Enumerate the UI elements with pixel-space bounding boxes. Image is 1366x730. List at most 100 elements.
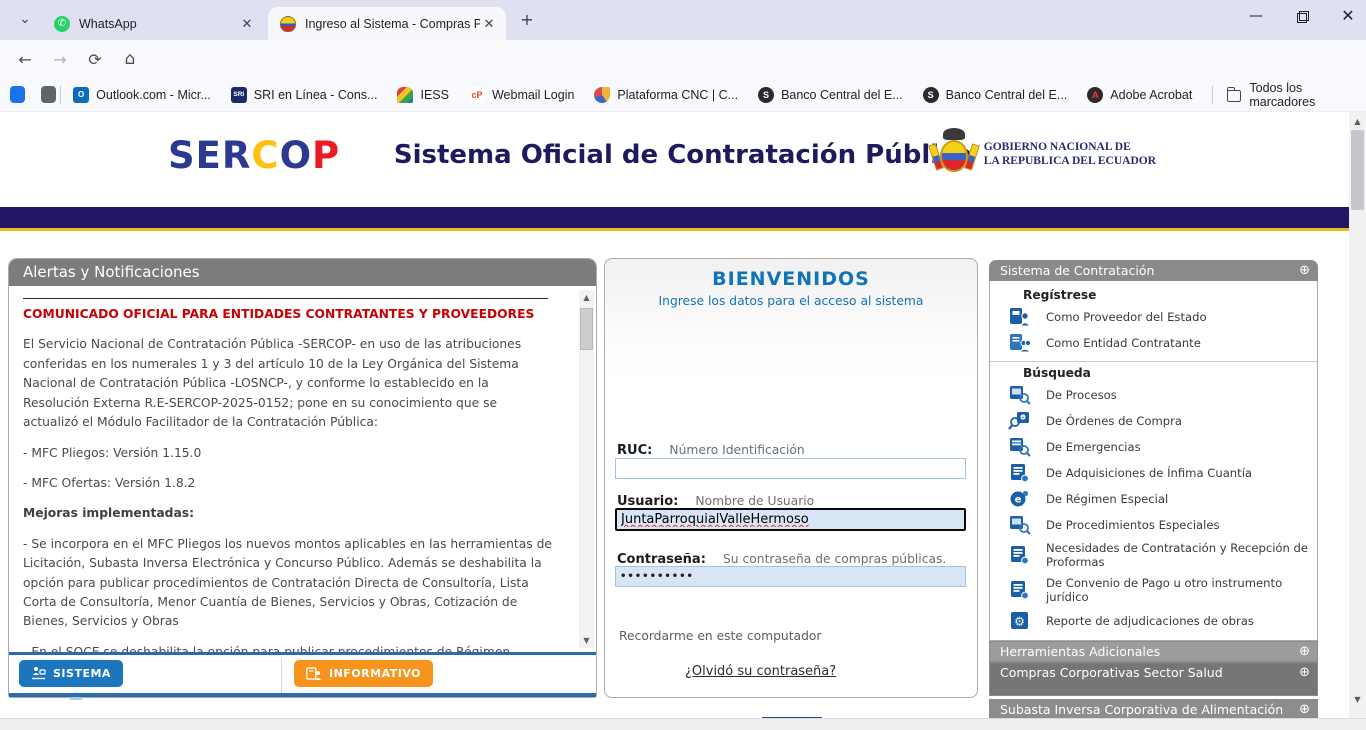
contracting-panel-body: Regístrese Como Proveedor del Estado Com… — [989, 281, 1318, 641]
bottom-strip — [0, 718, 1366, 730]
banco-central-icon: S — [923, 87, 939, 103]
alerts-scroll-area[interactable]: COMUNICADO OFICIAL PARA ENTIDADES CONTRA… — [9, 286, 596, 653]
link-necesidades-contratacion[interactable]: Necesidades de Contratación y Recepción … — [990, 538, 1317, 573]
section-herramientas-adicionales[interactable]: Herramientas Adicionales ⊕ — [989, 641, 1318, 662]
link-convenio-pago[interactable]: De Convenio de Pago u otro instrumento j… — [990, 573, 1317, 608]
forward-icon[interactable]: → — [47, 47, 73, 73]
notice-paragraph: El Servicio Nacional de Contratación Púb… — [23, 335, 553, 432]
search-special-procedures-icon — [1008, 515, 1032, 535]
informative-icon — [306, 667, 322, 681]
works-report-gear-icon: ⚙ — [1008, 611, 1032, 631]
bookmark-blue-app-icon[interactable] — [10, 86, 25, 103]
contracting-system-panel: Sistema de Contratación ⊕ Regístrese Com… — [989, 260, 1318, 730]
search-small-purchases-icon — [1008, 463, 1032, 483]
window-minimize-button[interactable]: — — [1246, 6, 1266, 26]
bookmark-gray-app-icon[interactable] — [41, 86, 56, 103]
new-tab-button[interactable]: + — [516, 10, 538, 32]
expand-plus-icon[interactable]: ⊕ — [1299, 665, 1310, 680]
welcome-title: BIENVENIDOS — [605, 268, 977, 290]
ecuador-crest-icon — [280, 16, 296, 32]
link-regimen-especial[interactable]: e De Régimen Especial — [990, 486, 1317, 512]
tab-title: Ingreso al Sistema - Compras Pú — [305, 17, 480, 31]
tab-close-icon[interactable]: ✕ — [238, 15, 256, 33]
register-entity-icon — [1008, 333, 1032, 353]
link-como-entidad[interactable]: Como Entidad Contratante — [990, 330, 1317, 356]
tab-informativo[interactable]: INFORMATIVO — [294, 660, 433, 687]
scroll-up-icon[interactable]: ▲ — [1349, 114, 1366, 130]
usuario-label: Usuario: — [617, 494, 678, 509]
contrasena-input[interactable] — [615, 566, 966, 587]
bookmark-iess[interactable]: IESS — [397, 87, 449, 103]
search-section-header: Búsqueda — [1023, 366, 1317, 380]
contrasena-label: Contraseña: — [617, 552, 706, 567]
svg-text:⚙: ⚙ — [1014, 614, 1025, 628]
home-icon[interactable]: ⌂ — [117, 47, 143, 73]
tab-close-icon[interactable]: ✕ — [480, 15, 498, 33]
all-bookmarks-label[interactable]: Todos los marcadores — [1249, 81, 1356, 109]
bookmark-sri[interactable]: SRI SRI en Línea - Cons... — [231, 87, 378, 103]
register-provider-icon — [1008, 307, 1032, 327]
bookmark-banco-central-1[interactable]: S Banco Central del E... — [758, 87, 903, 103]
bookmark-banco-central-2[interactable]: S Banco Central del E... — [923, 87, 1068, 103]
window-restore-button[interactable] — [1292, 6, 1312, 26]
expand-plus-icon[interactable]: ⊕ — [1299, 644, 1310, 659]
site-header: SERCOP Sistema Oficial de Contratación P… — [0, 112, 1366, 207]
login-panel: BIENVENIDOS Ingrese los datos para el ac… — [604, 258, 978, 698]
bookmark-cnc[interactable]: Plataforma CNC | C... — [594, 87, 738, 103]
window-close-button[interactable]: ✕ — [1338, 6, 1358, 26]
cnc-icon — [594, 87, 610, 103]
welcome-subtitle: Ingrese los datos para el acceso al sist… — [605, 294, 977, 308]
cpanel-icon: cP — [469, 87, 485, 103]
link-infima-cuantia[interactable]: De Adquisiciones de Ínfima Cuantía — [990, 460, 1317, 486]
scroll-down-icon[interactable]: ▼ — [579, 633, 594, 648]
tab-sistema[interactable]: SISTEMA — [19, 660, 123, 687]
forgot-password-link[interactable]: ¿Olvidó su contraseña? — [685, 664, 836, 679]
tab-ingreso-al-sistema[interactable]: Ingreso al Sistema - Compras Pú ✕ — [268, 7, 506, 40]
bookmarks-bar: O Outlook.com - Micr... SRI SRI en Línea… — [0, 78, 1366, 112]
section-compras-corporativas-salud[interactable]: Compras Corporativas Sector Salud ⊕ — [989, 662, 1318, 696]
bookmark-outlook[interactable]: O Outlook.com - Micr... — [73, 87, 211, 103]
alerts-scrollbar[interactable]: ▲ ▼ — [579, 290, 594, 648]
link-ordenes-compra[interactable]: + De Órdenes de Compra — [990, 408, 1317, 434]
payment-agreement-icon — [1008, 580, 1032, 600]
usuario-hint: Nombre de Usuario — [695, 494, 814, 508]
page-content: SERCOP Sistema Oficial de Contratación P… — [0, 112, 1366, 730]
reload-icon[interactable]: ⟳ — [82, 47, 108, 73]
banco-central-icon: S — [758, 87, 774, 103]
scrollbar-thumb[interactable] — [1351, 130, 1364, 210]
scrollbar-thumb[interactable] — [580, 308, 593, 350]
bookmark-adobe-acrobat[interactable]: A Adobe Acrobat — [1087, 87, 1192, 103]
alerts-panel: Alertas y Notificaciones COMUNICADO OFIC… — [8, 258, 597, 698]
navy-divider-bar — [0, 207, 1366, 228]
window-scrollbar[interactable]: ▲ ▼ — [1349, 112, 1366, 722]
link-reporte-adjudicaciones[interactable]: ⚙ Reporte de adjudicaciones de obras — [990, 608, 1317, 634]
link-de-procesos[interactable]: De Procesos — [990, 382, 1317, 408]
usuario-input[interactable] — [615, 508, 966, 531]
remember-me-label[interactable]: Recordarme en este computador — [619, 629, 821, 643]
tab-title: WhatsApp — [79, 17, 238, 31]
back-icon[interactable]: ← — [12, 47, 38, 73]
search-purchase-orders-icon: + — [1008, 411, 1032, 431]
notice-paragraph: - Se incorpora en el MFC Pliegos los nue… — [23, 535, 553, 632]
system-icon — [31, 666, 46, 681]
contracting-panel-header[interactable]: Sistema de Contratación ⊕ — [989, 260, 1318, 281]
ruc-hint: Número Identificación — [669, 443, 804, 457]
tab-search-chevron-icon[interactable]: ⌄ — [10, 8, 40, 32]
gold-accent-line — [0, 228, 1366, 231]
link-procedimientos-especiales[interactable]: De Procedimientos Especiales — [990, 512, 1317, 538]
iess-hand-icon — [397, 87, 413, 103]
search-emergencies-icon — [1008, 437, 1032, 457]
sri-icon: SRI — [231, 87, 247, 103]
expand-plus-icon[interactable]: ⊕ — [1299, 263, 1310, 278]
scroll-up-icon[interactable]: ▲ — [579, 290, 594, 305]
ruc-input[interactable] — [615, 458, 966, 479]
browser-toolbar: ← → ⟳ ⌂ compraspublicas.gob.ec/ProcesoCo… — [0, 40, 1366, 78]
link-como-proveedor[interactable]: Como Proveedor del Estado — [990, 304, 1317, 330]
scroll-down-icon[interactable]: ▼ — [1349, 692, 1366, 708]
procurement-needs-icon — [1008, 545, 1032, 565]
svg-text:e: e — [1015, 495, 1022, 506]
tab-whatsapp[interactable]: ✆ WhatsApp ✕ — [42, 7, 264, 40]
expand-plus-icon[interactable]: ⊕ — [1299, 702, 1310, 719]
bookmark-webmail[interactable]: cP Webmail Login — [469, 87, 574, 103]
link-emergencias[interactable]: De Emergencias — [990, 434, 1317, 460]
